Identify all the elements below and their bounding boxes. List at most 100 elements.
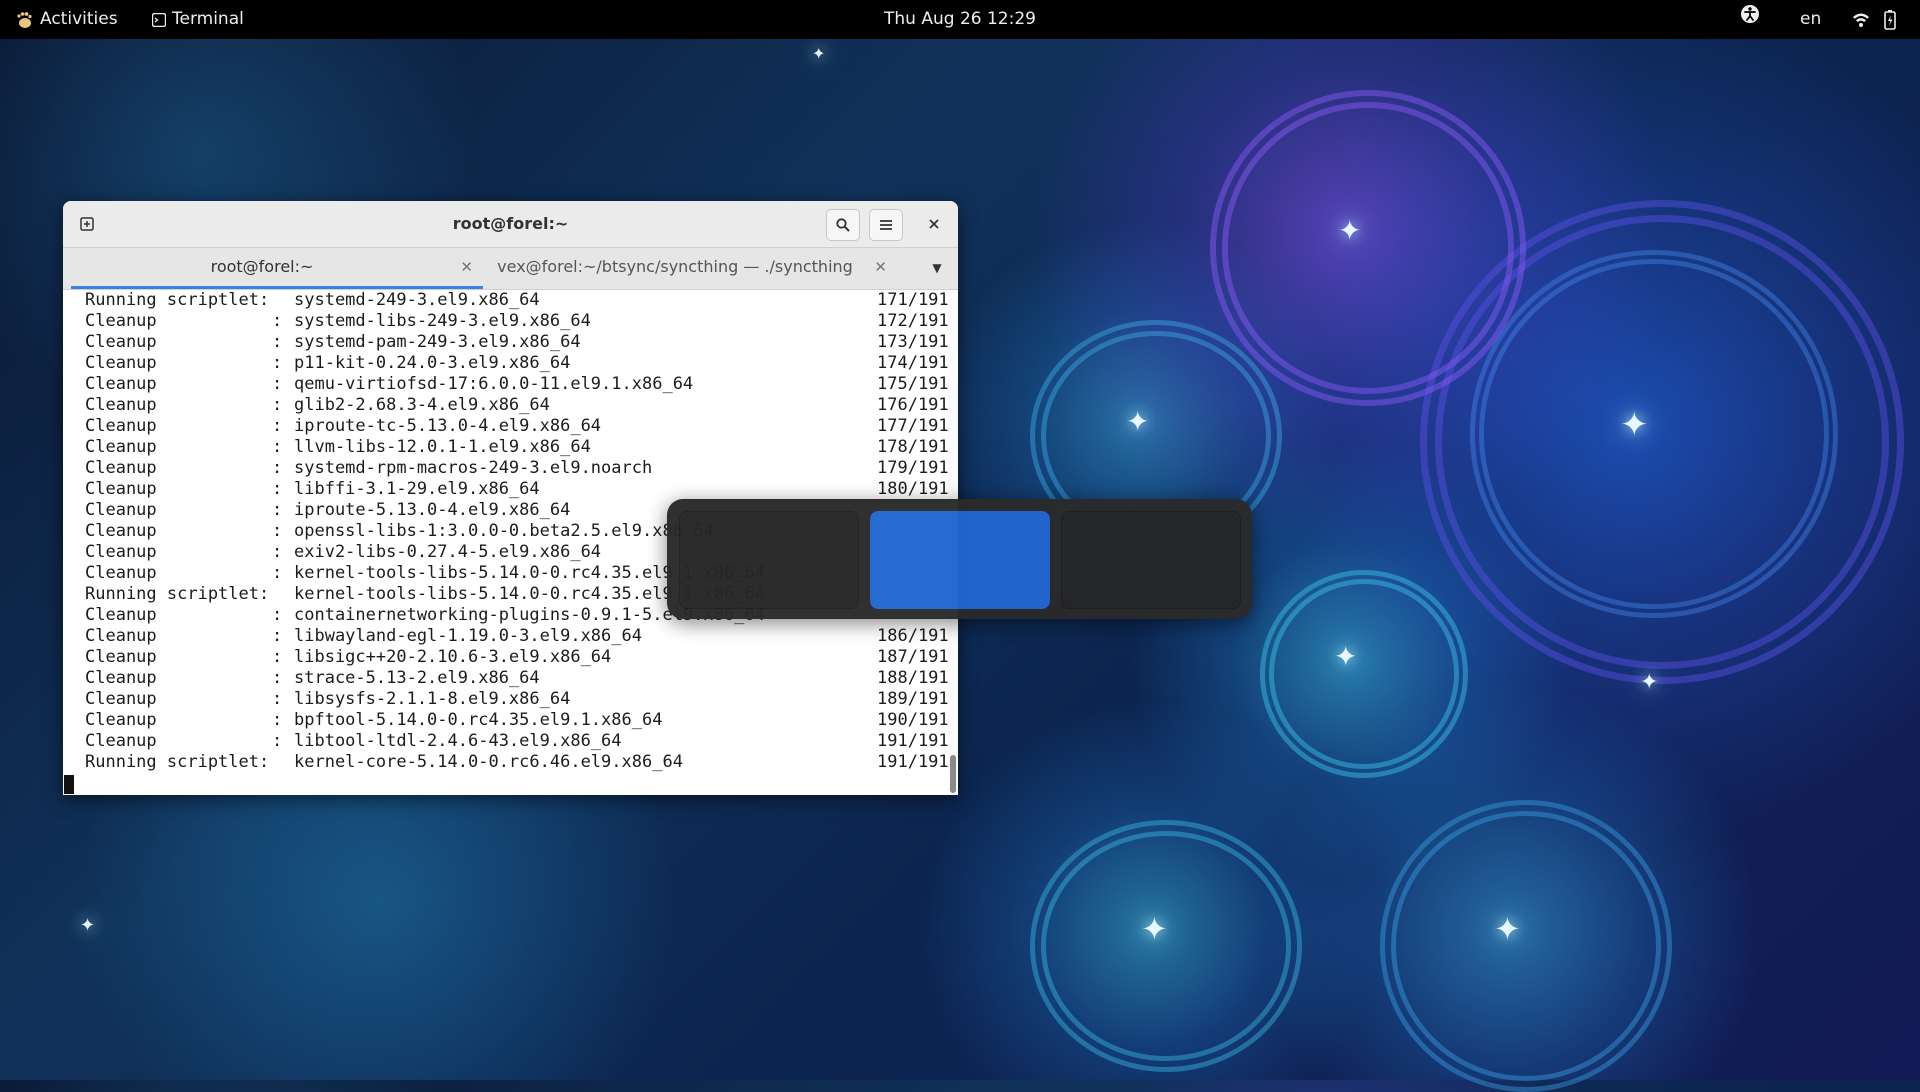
terminal-line-action: Cleanup (85, 416, 157, 436)
terminal-line-separator: : (272, 500, 283, 520)
terminal-line-action: Running scriptlet: (85, 752, 270, 772)
search-icon (836, 218, 850, 232)
wallpaper-ring (1420, 200, 1904, 684)
terminal-line-package: strace-5.13-2.el9.x86_64 (294, 668, 540, 688)
terminal-line-separator: : (272, 395, 283, 415)
close-icon (929, 219, 939, 229)
battery-icon[interactable] (1884, 0, 1896, 39)
menu-button[interactable] (869, 209, 903, 241)
tab-label: root@forel:~ (210, 257, 314, 276)
terminal-line-separator: : (272, 437, 283, 457)
chevron-down-icon: ▼ (932, 261, 942, 275)
keyboard-layout-indicator[interactable]: en (1800, 0, 1821, 39)
app-menu-button[interactable]: Terminal (152, 0, 244, 39)
wallpaper-star: ✦ (1334, 640, 1358, 673)
terminal-line-progress: 178/191 (877, 437, 949, 457)
search-button[interactable] (826, 209, 860, 241)
workspace-thumbnail-active[interactable] (870, 511, 1050, 609)
accessibility-icon[interactable] (1740, 0, 1760, 39)
scrollbar-thumb[interactable] (950, 755, 956, 793)
wallpaper-star: ✦ (1338, 214, 1362, 247)
terminal-line-separator: : (272, 458, 283, 478)
terminal-line-progress: 189/191 (877, 689, 949, 709)
tab-syncthing[interactable]: vex@forel:~/btsync/syncthing — ./syncthi… (483, 248, 897, 289)
terminal-line-package: systemd-rpm-macros-249-3.el9.noarch (294, 458, 653, 478)
tab-close-icon[interactable]: ✕ (874, 248, 887, 286)
terminal-line-progress: 176/191 (877, 395, 949, 415)
terminal-line-action: Cleanup (85, 353, 157, 373)
terminal-line-package: iproute-tc-5.13.0-4.el9.x86_64 (294, 416, 602, 436)
terminal-line-action: Cleanup (85, 689, 157, 709)
tab-close-icon[interactable]: ✕ (460, 248, 473, 286)
tabs-dropdown-button[interactable]: ▼ (924, 248, 950, 289)
clock: Thu Aug 26 12:29 (0, 0, 1920, 39)
clock-button[interactable]: Thu Aug 26 12:29 (884, 9, 1036, 29)
terminal-line-progress: 173/191 (877, 332, 949, 352)
workspace-thumbnail[interactable] (679, 511, 859, 609)
terminal-line-action: Cleanup (85, 479, 157, 499)
tab-bar: root@forel:~ ✕ vex@forel:~/btsync/syncth… (63, 248, 958, 290)
activities-button[interactable]: Activities (16, 0, 118, 39)
wallpaper-star: ✦ (1141, 910, 1168, 948)
tab-root[interactable]: root@forel:~ ✕ (71, 248, 483, 289)
terminal-line-progress: 174/191 (877, 353, 949, 373)
new-tab-icon (80, 217, 94, 231)
terminal-line-separator: : (272, 542, 283, 562)
terminal-line-action: Cleanup (85, 395, 157, 415)
terminal-line-package: libsysfs-2.1.1-8.el9.x86_64 (294, 689, 571, 709)
terminal-line-progress: 190/191 (877, 710, 949, 730)
tab-label: vex@forel:~/btsync/syncthing — ./syncthi… (497, 257, 853, 276)
terminal-line-separator: : (272, 353, 283, 373)
terminal-line-package: glib2-2.68.3-4.el9.x86_64 (294, 395, 550, 415)
terminal-line-progress: 191/191 (877, 752, 949, 772)
terminal-line-package: libtool-ltdl-2.4.6-43.el9.x86_64 (294, 731, 622, 751)
terminal-line-package: bpftool-5.14.0-0.rc4.35.el9.1.x86_64 (294, 710, 663, 730)
wallpaper-star: ✦ (80, 915, 96, 936)
terminal-line-progress: 172/191 (877, 311, 949, 331)
terminal-line-action: Cleanup (85, 458, 157, 478)
terminal-line-separator: : (272, 647, 283, 667)
terminal-window: root@forel:~ root@forel:~ ✕ vex@forel:~/… (63, 201, 958, 795)
wallpaper-ring (1260, 570, 1468, 778)
wallpaper-star: ✦ (1640, 670, 1659, 695)
terminal-line-package: libsigc++20-2.10.6-3.el9.x86_64 (294, 647, 612, 667)
terminal-line-separator: : (272, 731, 283, 751)
terminal-line-package: openssl-libs-1:3.0.0-0.beta2.5.el9.x86_6… (294, 521, 714, 541)
wallpaper-ring (1210, 90, 1526, 406)
terminal-line-action: Cleanup (85, 374, 157, 394)
wallpaper-ring (1470, 250, 1838, 618)
terminal-line-action: Cleanup (85, 563, 157, 583)
terminal-line-action: Cleanup (85, 311, 157, 331)
terminal-line-action: Cleanup (85, 710, 157, 730)
terminal-line-separator: : (272, 668, 283, 688)
terminal-line-separator: : (272, 311, 283, 331)
terminal-line-separator: : (272, 710, 283, 730)
terminal-line-action: Cleanup (85, 437, 157, 457)
wallpaper-ring (1380, 800, 1672, 1092)
terminal-line-action: Running scriptlet: (85, 290, 270, 310)
terminal-line-separator: : (272, 605, 283, 625)
terminal-line-package: libwayland-egl-1.19.0-3.el9.x86_64 (294, 626, 642, 646)
terminal-line-separator: : (272, 332, 283, 352)
terminal-line-action: Cleanup (85, 647, 157, 667)
terminal-line-action: Cleanup (85, 542, 157, 562)
close-button[interactable] (918, 209, 950, 239)
terminal-line-package: exiv2-libs-0.27.4-5.el9.x86_64 (294, 542, 602, 562)
wifi-icon[interactable] (1852, 0, 1870, 39)
wallpaper-star: ✦ (1126, 405, 1150, 438)
terminal-line-action: Cleanup (85, 731, 157, 751)
terminal-icon (152, 12, 166, 27)
terminal-line-package: qemu-virtiofsd-17:6.0.0-11.el9.1.x86_64 (294, 374, 694, 394)
terminal-line-action: Cleanup (85, 500, 157, 520)
wallpaper-star: ✦ (1494, 910, 1521, 948)
new-tab-button[interactable] (71, 209, 103, 239)
window-titlebar[interactable]: root@forel:~ (63, 201, 958, 248)
terminal-line-action: Cleanup (85, 605, 157, 625)
terminal-line-progress: 186/191 (877, 626, 949, 646)
workspace-switcher (667, 499, 1252, 619)
workspace-thumbnail[interactable] (1061, 511, 1241, 609)
terminal-line-progress: 187/191 (877, 647, 949, 667)
terminal-line-package: systemd-libs-249-3.el9.x86_64 (294, 311, 591, 331)
terminal-line-package: kernel-core-5.14.0-0.rc6.46.el9.x86_64 (294, 752, 683, 772)
terminal-line-action: Cleanup (85, 626, 157, 646)
